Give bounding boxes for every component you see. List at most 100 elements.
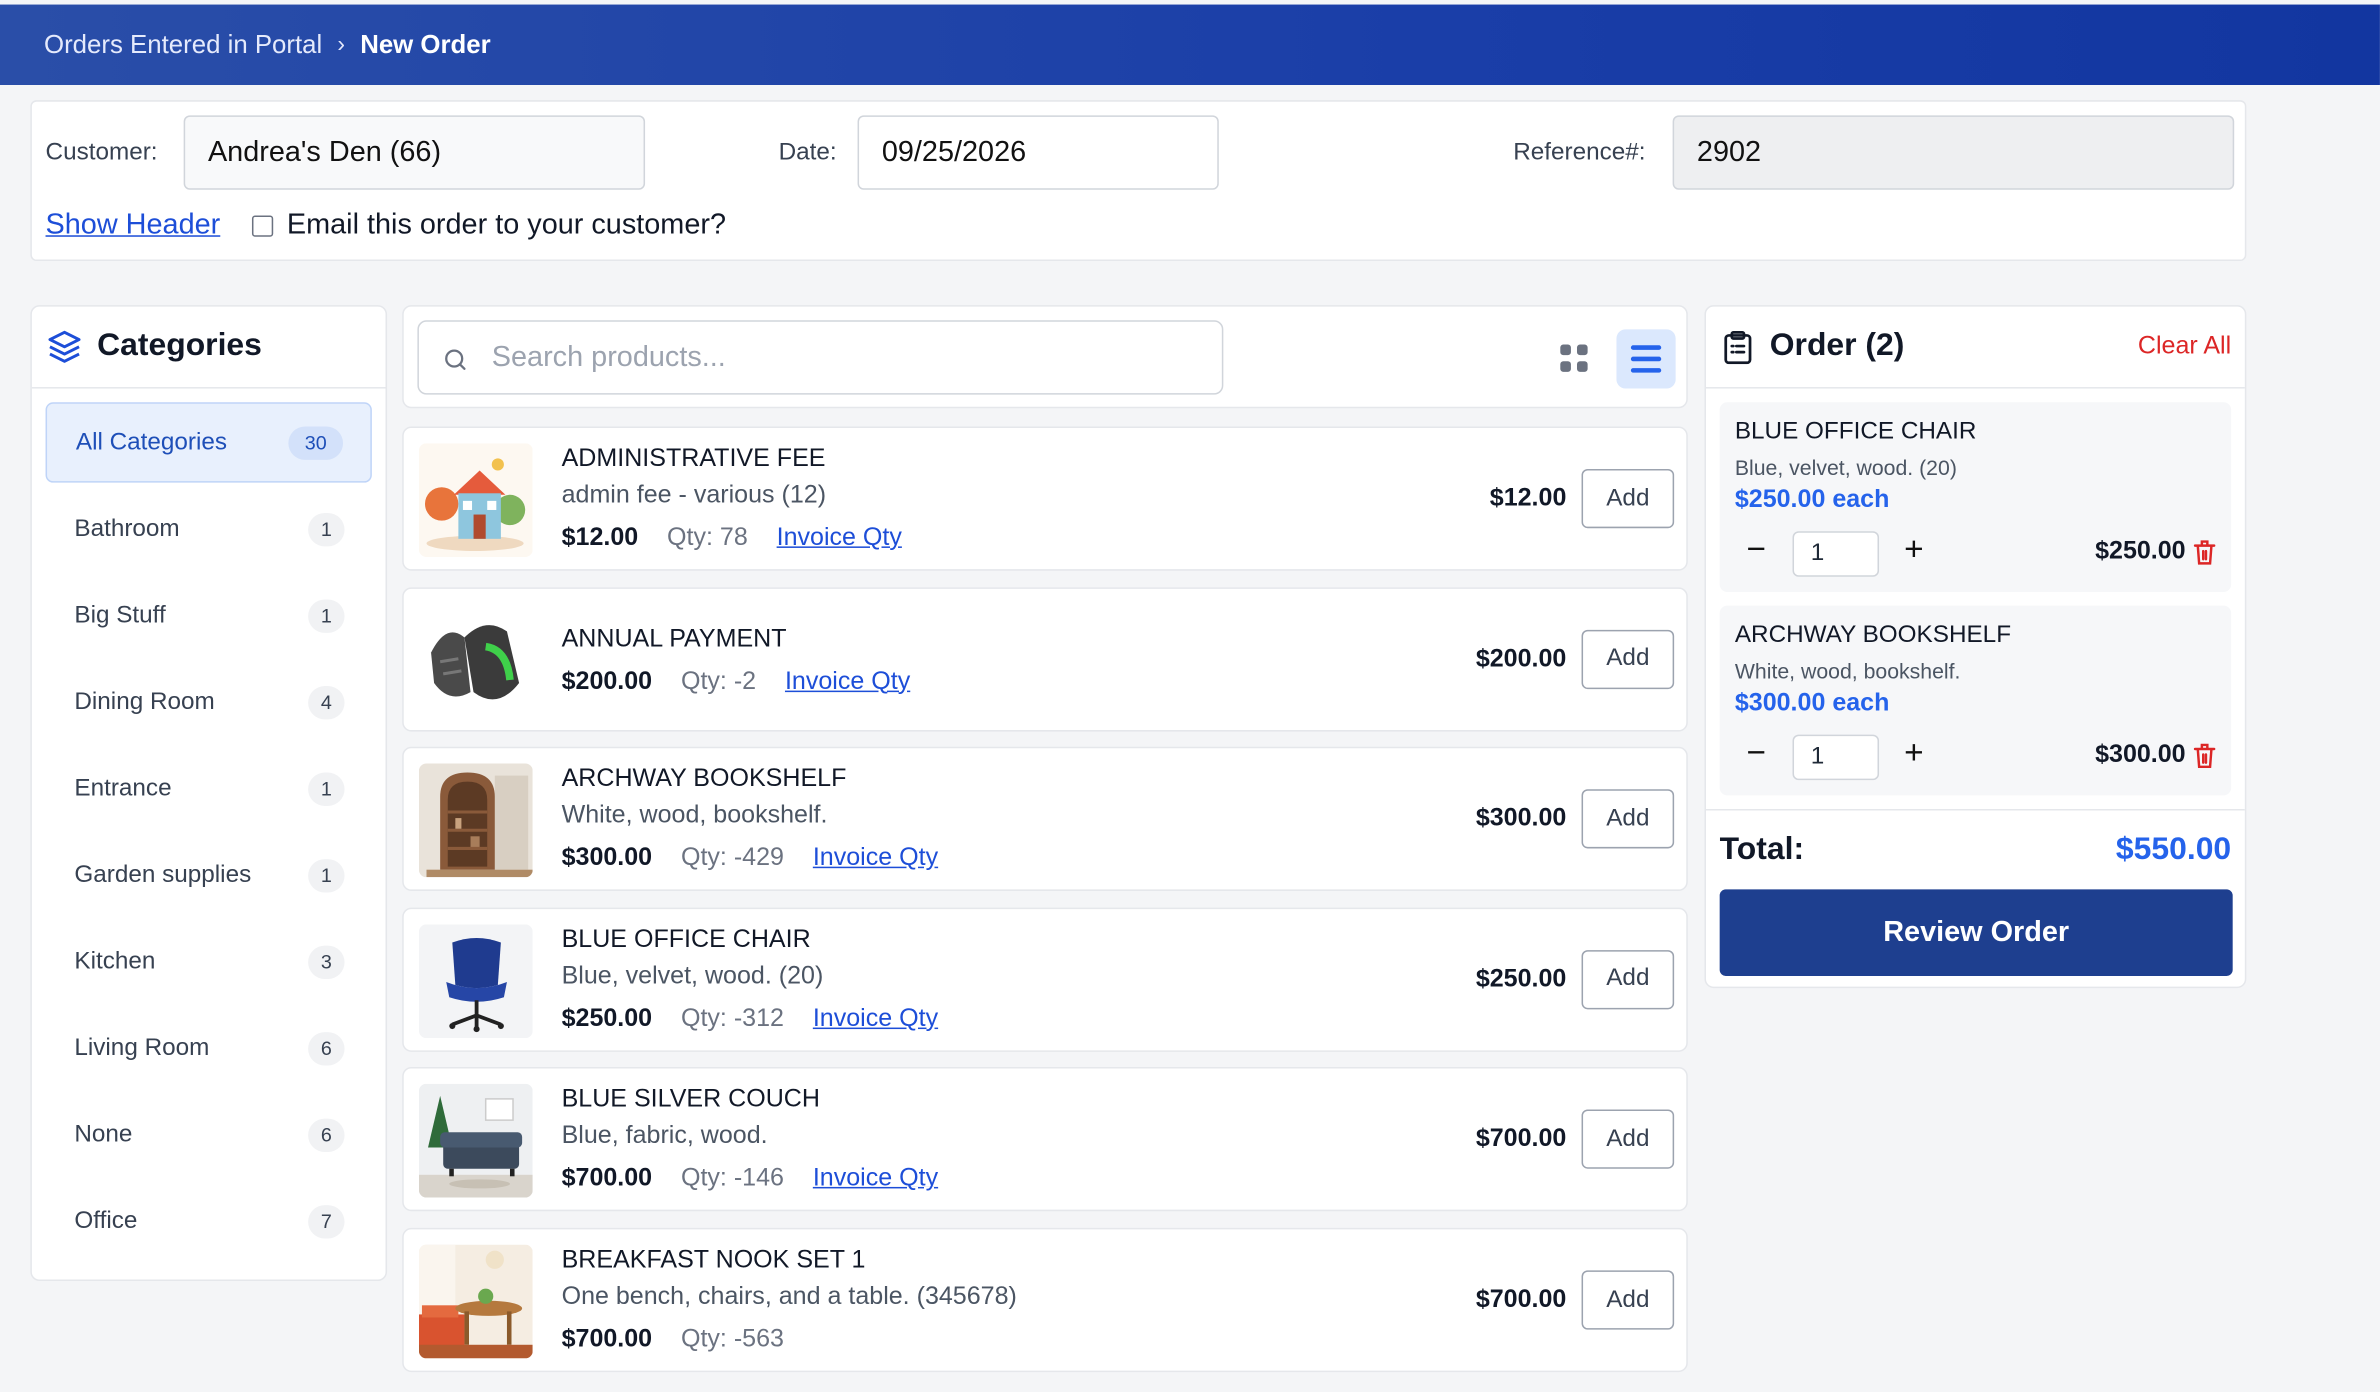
- add-to-order-button[interactable]: Add: [1581, 789, 1675, 849]
- category-label: None: [74, 1120, 133, 1147]
- breadcrumb: Orders Entered in Portal › New Order: [0, 4, 2380, 85]
- divider: [1706, 387, 2245, 389]
- product-qty: Qty: 78: [667, 523, 748, 551]
- breadcrumb-separator: ›: [337, 31, 346, 58]
- product-unit-price: $300.00: [1475, 804, 1567, 833]
- category-label: Kitchen: [74, 947, 156, 974]
- order-item-qty-input[interactable]: 1: [1792, 734, 1880, 781]
- product-name: BLUE SILVER COUCH: [561, 1085, 820, 1114]
- search-input[interactable]: Search products...: [417, 320, 1224, 395]
- order-item-name: BLUE OFFICE CHAIR: [1734, 418, 1977, 445]
- category-item[interactable]: Entrance 1: [46, 748, 372, 828]
- product-unit-price: $700.00: [1475, 1285, 1567, 1313]
- total-label: Total:: [1719, 831, 1805, 867]
- total-value: $550.00: [2115, 831, 2232, 867]
- category-item[interactable]: None 6: [46, 1094, 372, 1174]
- category-item[interactable]: Dining Room 4: [46, 662, 372, 742]
- product-qty: Qty: -312: [680, 1004, 784, 1032]
- breadcrumb-parent-link[interactable]: Orders Entered in Portal: [44, 30, 322, 60]
- category-count-badge: 1: [308, 598, 345, 633]
- divider: [31, 387, 386, 389]
- product-description: White, wood, bookshelf.: [561, 801, 828, 830]
- product-image: [418, 1084, 533, 1199]
- date-field[interactable]: 09/25/2026: [857, 115, 1219, 190]
- categories-panel: Categories All Categories 30 Bathroom 1 Big …: [30, 305, 388, 1282]
- product-image: [418, 924, 533, 1038]
- grid-view-button[interactable]: [1547, 331, 1602, 386]
- invoice-qty-link[interactable]: Invoice Qty: [777, 524, 902, 553]
- order-line-item: ARCHWAY BOOKSHELF White, wood, bookshelf.…: [1719, 605, 2232, 796]
- order-item-unit-price: $300.00 each: [1734, 689, 1890, 717]
- product-description: One bench, chairs, and a table. (345678): [561, 1282, 1017, 1310]
- product-description: Blue, velvet, wood. (20): [561, 961, 824, 990]
- order-item-description: Blue, velvet, wood. (20): [1734, 455, 1957, 480]
- category-count-badge: 30: [288, 425, 344, 460]
- product-qty: Qty: -429: [680, 844, 784, 872]
- list-icon: [1630, 345, 1662, 373]
- increase-qty-button[interactable]: +: [1897, 734, 1930, 771]
- product-unit-price: $700.00: [1475, 1125, 1567, 1153]
- product-image: [418, 443, 533, 558]
- decrease-qty-button[interactable]: −: [1739, 734, 1772, 771]
- order-item-total: $300.00: [2095, 740, 2186, 769]
- divider: [1706, 808, 2245, 811]
- invoice-qty-link[interactable]: Invoice Qty: [813, 1004, 938, 1033]
- product-name: BLUE OFFICE CHAIR: [561, 925, 811, 953]
- category-item[interactable]: Office 7: [46, 1181, 372, 1261]
- grid-icon: [1560, 344, 1588, 372]
- product-name: ARCHWAY BOOKSHELF: [561, 765, 847, 793]
- product-unit-price: $12.00: [1489, 484, 1567, 512]
- invoice-qty-link[interactable]: Invoice Qty: [813, 844, 938, 873]
- category-item[interactable]: Kitchen 3: [46, 921, 372, 1001]
- add-to-order-button[interactable]: Add: [1581, 629, 1675, 689]
- order-line-item: BLUE OFFICE CHAIR Blue, velvet, wood. (20…: [1719, 402, 2232, 592]
- category-label: All Categories: [75, 428, 228, 455]
- category-count-badge: 6: [308, 1117, 345, 1152]
- product-meta: $12.00 Qty: 78 Invoice Qty: [562, 524, 902, 553]
- category-item[interactable]: Big Stuff 1: [46, 575, 372, 655]
- product-qty: Qty: -563: [680, 1325, 784, 1353]
- add-to-order-button[interactable]: Add: [1581, 469, 1675, 529]
- product-card: ANNUAL PAYMENT $200.00 Qty: -2 Invoice Qty $…: [402, 586, 1688, 731]
- category-item[interactable]: Garden supplies 1: [46, 835, 372, 915]
- order-item-unit-price: $250.00 each: [1734, 485, 1890, 514]
- trash-icon[interactable]: [2192, 742, 2218, 769]
- product-meta: $300.00 Qty: -429 Invoice Qty: [562, 844, 939, 873]
- invoice-qty-link[interactable]: Invoice Qty: [785, 667, 910, 696]
- invoice-qty-link[interactable]: Invoice Qty: [813, 1165, 938, 1194]
- category-item[interactable]: Bathroom 1: [46, 489, 372, 569]
- order-item-qty-input[interactable]: 1: [1792, 531, 1880, 577]
- add-to-order-button[interactable]: Add: [1581, 949, 1675, 1010]
- product-toolbar: Search products...: [402, 305, 1688, 409]
- product-card: BLUE SILVER COUCH Blue, fabric, wood. $700…: [402, 1067, 1688, 1212]
- product-meta: $200.00 Qty: -2 Invoice Qty: [562, 667, 911, 696]
- customer-label: Customer:: [45, 139, 158, 166]
- add-to-order-button[interactable]: Add: [1581, 1110, 1675, 1170]
- customer-field[interactable]: Andrea's Den (66): [183, 115, 646, 190]
- product-unit-price: $250.00: [1475, 965, 1567, 993]
- product-name: BREAKFAST NOOK SET 1: [561, 1246, 866, 1274]
- order-item-description: White, wood, bookshelf.: [1734, 658, 1961, 684]
- product-price: $700.00: [561, 1325, 653, 1353]
- clear-all-button[interactable]: Clear All: [2138, 332, 2231, 361]
- category-label: Living Room: [74, 1034, 210, 1061]
- add-to-order-button[interactable]: Add: [1581, 1270, 1675, 1330]
- category-item[interactable]: Living Room 6: [46, 1008, 372, 1088]
- category-count-badge: 3: [308, 944, 345, 979]
- trash-icon[interactable]: [2192, 539, 2218, 566]
- show-header-link[interactable]: Show Header: [46, 209, 221, 242]
- category-count-badge: 4: [308, 685, 345, 719]
- category-count-badge: 1: [308, 512, 345, 546]
- product-card: BREAKFAST NOOK SET 1 One bench, chairs, a…: [402, 1227, 1688, 1373]
- email-order-label: Email this order to your customer?: [286, 209, 727, 242]
- category-item[interactable]: All Categories 30: [45, 402, 372, 483]
- increase-qty-button[interactable]: +: [1897, 530, 1930, 567]
- layers-icon: [48, 330, 81, 363]
- product-price: $700.00: [561, 1164, 653, 1193]
- email-order-checkbox[interactable]: [251, 215, 274, 237]
- decrease-qty-button[interactable]: −: [1739, 530, 1772, 567]
- product-meta: $700.00 Qty: -146 Invoice Qty: [562, 1165, 939, 1194]
- review-order-button[interactable]: Review Order: [1719, 889, 2233, 976]
- list-view-button[interactable]: [1616, 329, 1676, 389]
- breadcrumb-current: New Order: [360, 29, 491, 59]
